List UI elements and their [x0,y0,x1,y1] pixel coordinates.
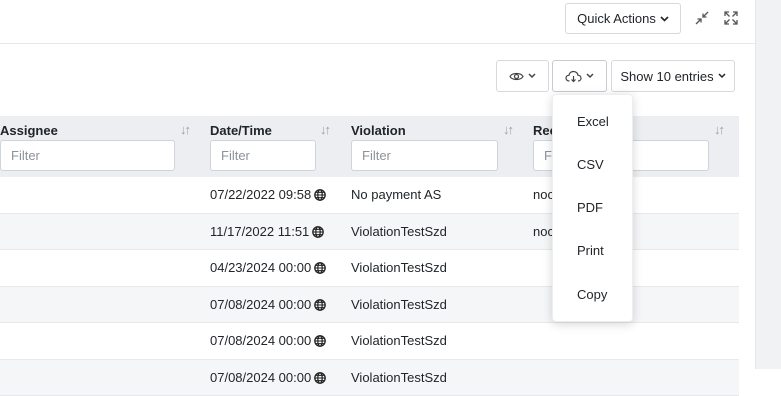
datetime-value: 07/08/2024 00:00 [210,370,311,385]
datetime-value: 07/22/2022 09:58 [210,187,311,202]
export-excel-item[interactable]: Excel [577,114,609,129]
rec-cell: noc [533,177,554,212]
show-entries-button[interactable]: Show 10 entries [611,60,735,92]
datetime-value: 04/23/2024 00:00 [210,260,311,275]
export-csv-item[interactable]: CSV [577,157,604,172]
sort-icon[interactable]: ↓↑ [320,122,329,137]
chevron-down-icon [718,73,726,79]
violation-cell: ViolationTestSzd [351,323,447,358]
export-print-item[interactable]: Print [577,243,604,258]
column-visibility-button[interactable] [496,60,549,92]
chevron-down-icon [586,73,594,79]
sort-icon[interactable]: ↓↑ [180,122,189,137]
scrollbar-track[interactable] [755,0,781,369]
datetime-value: 07/08/2024 00:00 [210,297,311,312]
eye-icon [509,71,524,82]
globe-icon[interactable] [314,372,326,384]
export-copy-item[interactable]: Copy [577,287,607,302]
column-header-assignee[interactable]: Assignee [0,123,58,138]
globe-icon[interactable] [312,226,324,238]
quick-actions-label: Quick Actions [577,11,656,26]
column-header-violation[interactable]: Violation [351,123,406,138]
datetime-filter-input[interactable] [210,140,316,171]
violation-cell: ViolationTestSzd [351,360,447,395]
export-button[interactable] [552,60,607,92]
table-row[interactable]: 07/08/2024 00:00 ViolationTestSzd [0,360,739,396]
top-bar: Quick Actions [0,0,755,44]
violation-cell: ViolationTestSzd [351,287,447,322]
column-header-datetime[interactable]: Date/Time [210,123,272,138]
expand-icon[interactable] [721,8,741,28]
datetime-cell: 07/22/2022 09:58 [210,177,326,212]
globe-icon[interactable] [314,262,326,274]
chevron-down-icon [660,16,669,22]
compress-icon[interactable] [692,8,712,28]
rec-cell: noc [533,214,554,249]
violation-cell: ViolationTestSzd [351,214,447,249]
globe-icon[interactable] [314,335,326,347]
table-row[interactable]: 07/08/2024 00:00 ViolationTestSzd [0,323,739,360]
export-dropdown-menu: Excel CSV PDF Print Copy [552,94,633,322]
datetime-cell: 07/08/2024 00:00 [210,287,326,322]
violation-cell: No payment AS [351,177,441,212]
sort-icon[interactable]: ↓↑ [503,122,512,137]
sort-icon[interactable]: ↓↑ [714,122,723,137]
datetime-cell: 07/08/2024 00:00 [210,323,326,358]
globe-icon[interactable] [314,189,326,201]
datetime-value: 11/17/2022 11:51 [210,224,309,239]
assignee-filter-input[interactable] [0,140,175,171]
chevron-down-icon [528,73,536,79]
violation-cell: ViolationTestSzd [351,250,447,285]
show-entries-label: Show 10 entries [620,69,713,84]
datetime-cell: 07/08/2024 00:00 [210,360,326,395]
datetime-value: 07/08/2024 00:00 [210,333,311,348]
violation-filter-input[interactable] [351,140,498,171]
cloud-download-icon [565,70,582,83]
datetime-cell: 04/23/2024 00:00 [210,250,326,285]
export-pdf-item[interactable]: PDF [577,200,603,215]
quick-actions-button[interactable]: Quick Actions [565,3,681,34]
datetime-cell: 11/17/2022 11:51 [210,214,324,249]
globe-icon[interactable] [314,299,326,311]
